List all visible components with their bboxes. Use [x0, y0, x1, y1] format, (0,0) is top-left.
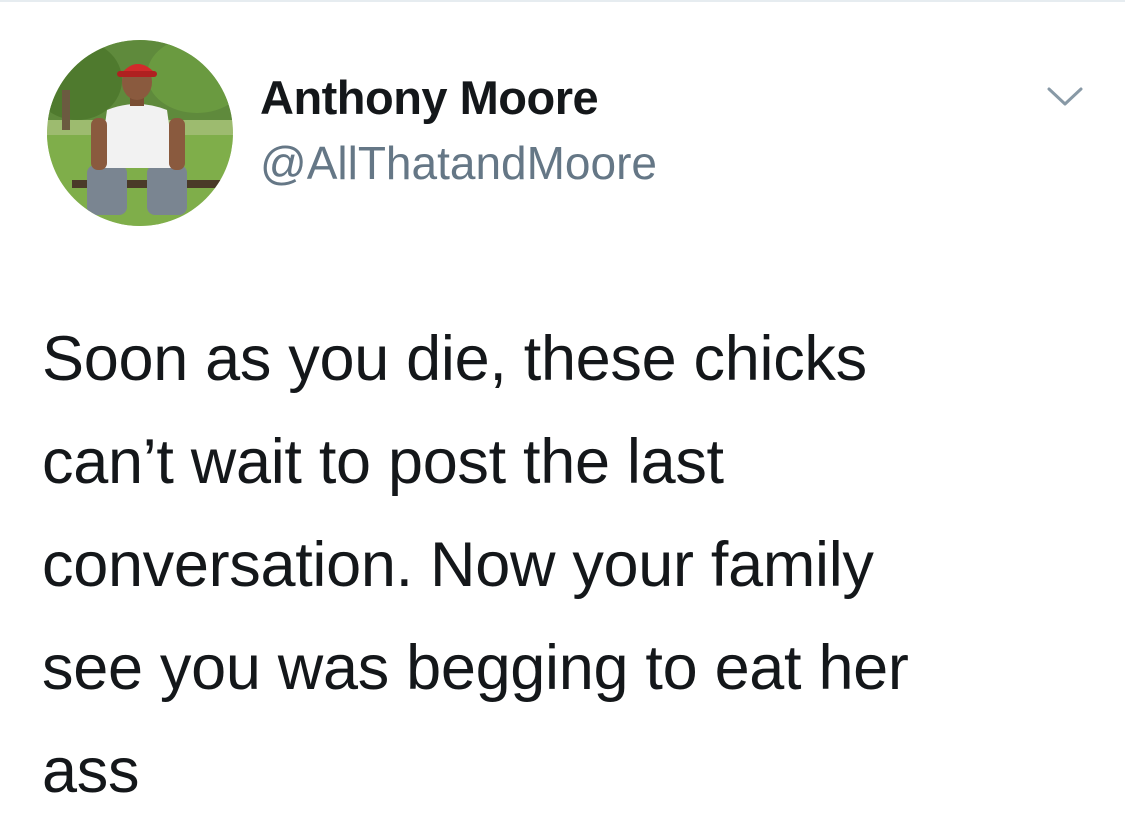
tweet-text-line: can’t wait to post the last: [42, 427, 724, 497]
tweet-text-line: Soon as you die, these chicks: [42, 324, 867, 394]
tweet-text-line: ass: [42, 736, 140, 806]
display-name[interactable]: Anthony Moore: [260, 70, 599, 125]
tweet-text: Soon as you die, these chicks can’t wait…: [42, 308, 1102, 813]
tweet-card: Anthony Moore @AllThatandMoore Soon as y…: [0, 0, 1125, 813]
avatar[interactable]: [47, 40, 233, 226]
tweet-text-line: conversation. Now your family: [42, 530, 874, 600]
tweet-text-line: see you was begging to eat her: [42, 633, 909, 703]
user-handle[interactable]: @AllThatandMoore: [260, 136, 657, 190]
chevron-down-icon[interactable]: [1045, 84, 1085, 110]
user-avatar-photo: [47, 40, 233, 226]
